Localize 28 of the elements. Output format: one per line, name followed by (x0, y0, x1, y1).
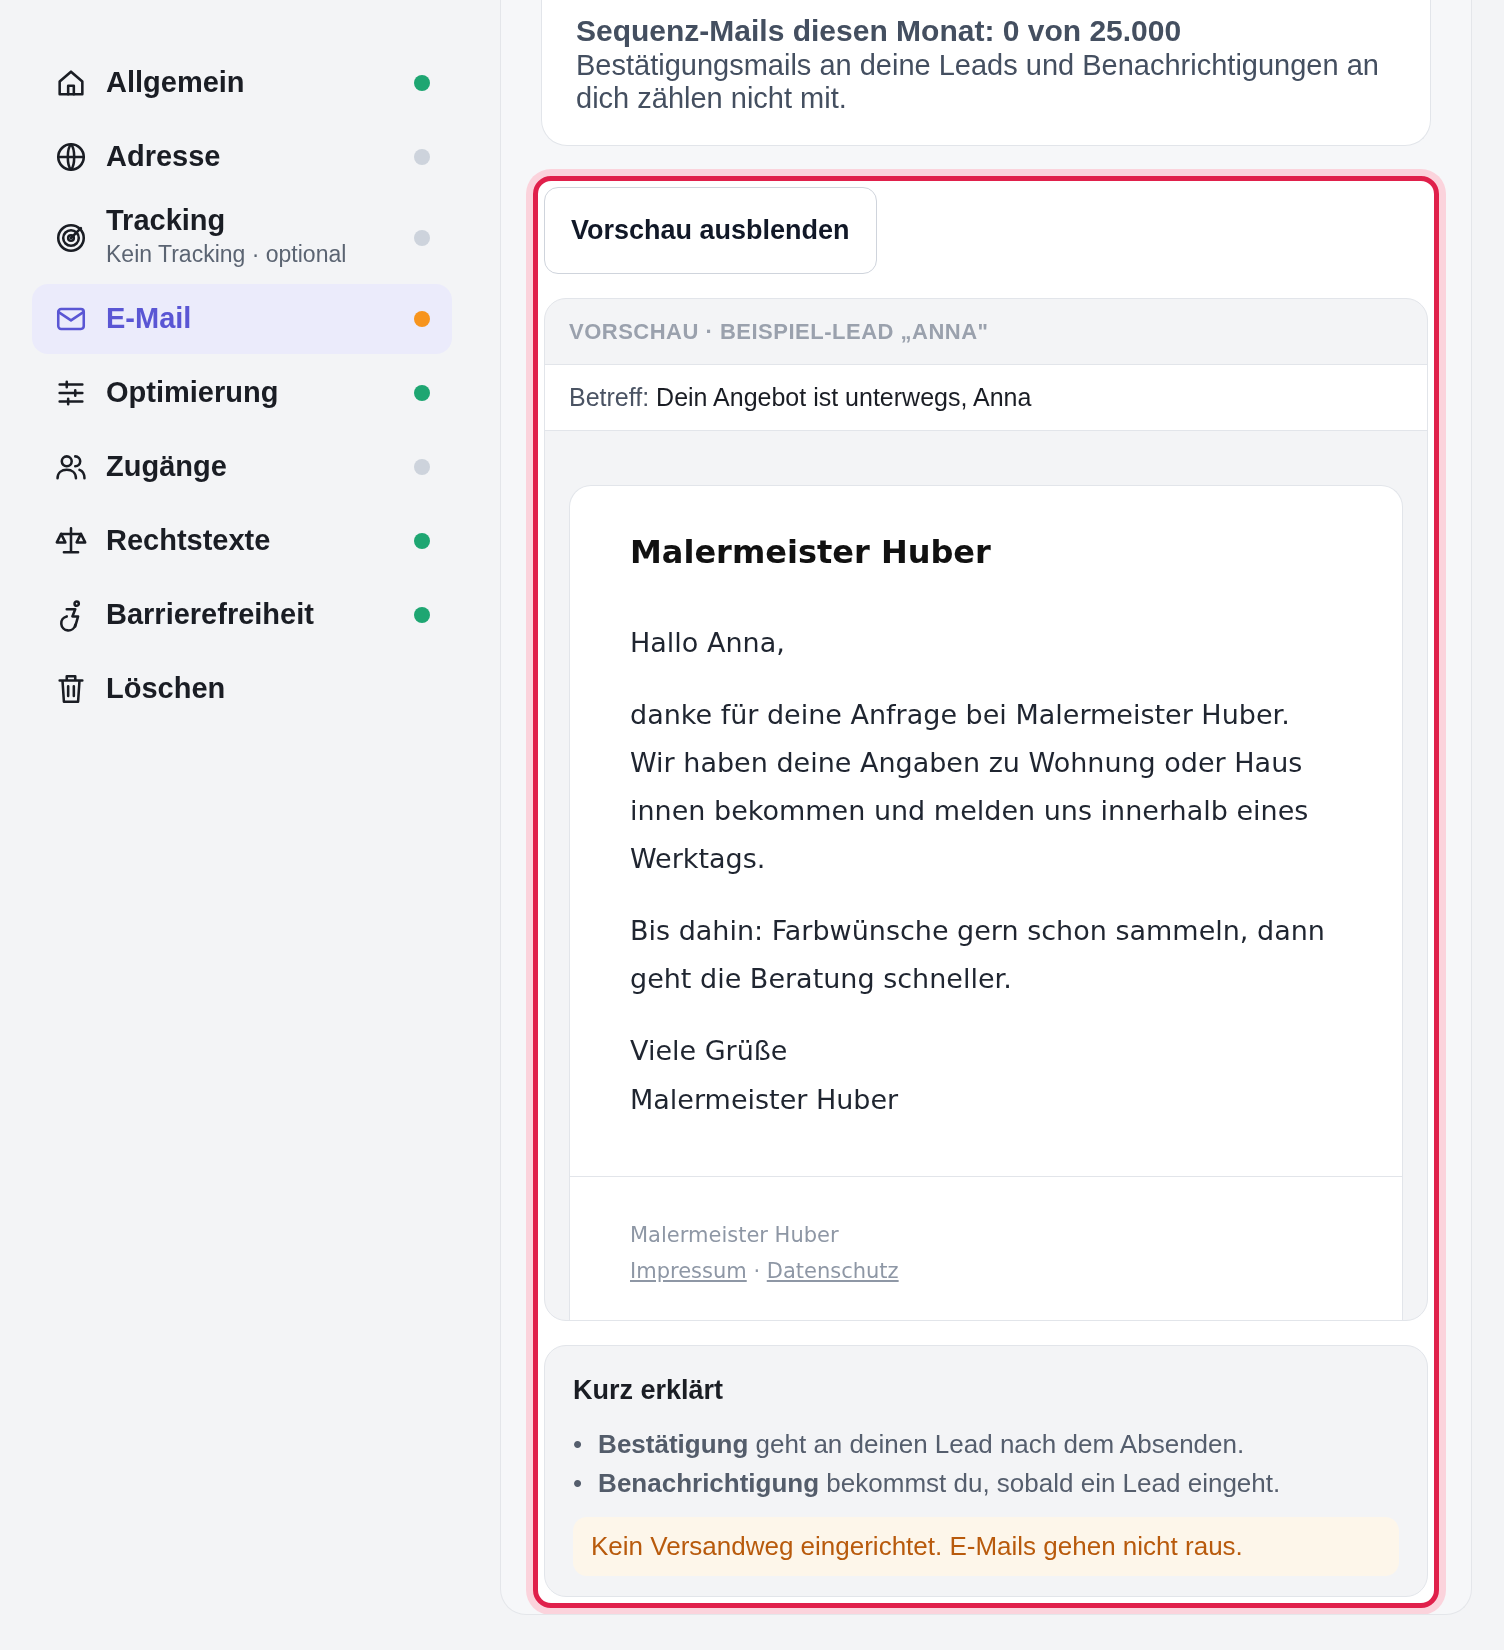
preview-header: VORSCHAU · BEISPIEL-LEAD „ANNA" (545, 298, 1427, 365)
explainer-item: Benachrichtigung bekommst du, sobald ein Lead eingeht. (598, 1466, 1281, 1500)
bullet-marker: • (573, 1427, 583, 1461)
sidebar-item[interactable]: Löschen (32, 653, 452, 724)
sidebar-item[interactable]: E-Mail (32, 283, 452, 354)
sidebar-item[interactable]: Allgemein (32, 48, 452, 118)
email-paragraph: Bis dahin: Farbwünsche gern schon sammeln, dann geht die Beratung schneller. (630, 914, 1326, 997)
sidebar-item[interactable]: Tracking Kein Tracking · optional (32, 196, 452, 280)
globe-icon (54, 140, 88, 174)
explainer-title: Kurz erklärt (573, 1374, 725, 1408)
sidebar-item[interactable]: Rechtstexte (32, 505, 452, 576)
sidebar-item[interactable]: Barrierefreiheit (32, 579, 452, 650)
sidebar-item[interactable]: Adresse (32, 122, 452, 192)
toggle-preview-button[interactable]: Vorschau ausblenden (544, 187, 877, 274)
link-separator: · (752, 1259, 762, 1284)
sidebar-item[interactable]: Zugänge (32, 431, 452, 502)
sidebar-item[interactable]: Optimierung (32, 357, 452, 428)
email-paragraph: Viele Grüße Malermeister Huber (630, 1034, 900, 1117)
warning-message: Kein Versandweg eingerichtet. E-Mails gehen nicht raus. (573, 1516, 1399, 1576)
explainer-item: Bestätigung geht an deinen Lead nach dem Absenden. (598, 1427, 1245, 1461)
usage-counter: Sequenz-Mails diesen Monat: 0 von 25.000 (576, 14, 1183, 49)
email-paragraph: danke für deine Anfrage bei Malermeister Huber. Wir haben deine Angaben zu Wohnung oder Haus innen bekommen und melden uns innerhalb eines Werktags. (630, 698, 1310, 877)
footer-company: Malermeister Huber (630, 1221, 840, 1249)
sidebar-item-subtitle: Kein Tracking · optional (106, 240, 347, 270)
bullet-marker: • (573, 1466, 583, 1500)
email-paragraph: Hallo Anna, (630, 626, 786, 661)
email-sender-heading: Malermeister Huber (630, 532, 992, 574)
usage-note: Bestätigungsmails an deine Leads und Benachrichtigungen an dich zählen nicht mit. (576, 48, 1380, 116)
